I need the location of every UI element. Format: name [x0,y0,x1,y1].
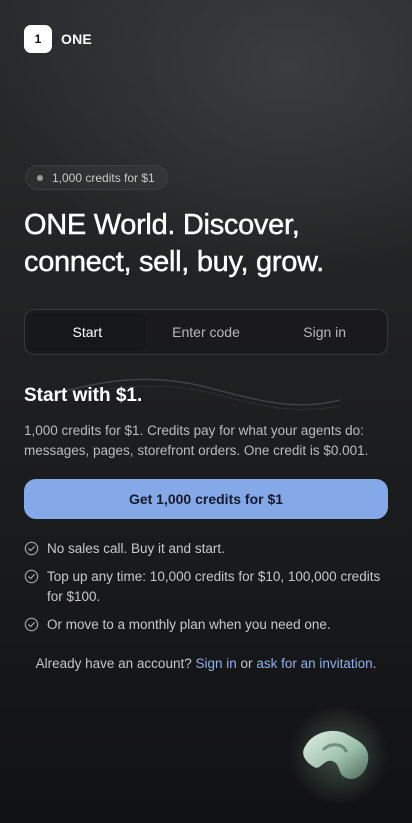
list-item: Top up any time: 10,000 credits for $10,… [24,567,394,607]
brand-name[interactable]: ONE [61,31,92,47]
assistant-orb-icon[interactable] [284,705,394,815]
badge-dot-icon [37,174,43,181]
check-circle-icon [24,541,39,556]
logo-text: 1 [34,32,42,46]
account-prompt-text: Already have an account? [35,656,192,671]
get-credits-button[interactable]: Get 1,000 credits for $1 [24,479,388,519]
account-prompt-period: . [372,656,377,671]
tab-enter-code[interactable]: Enter code [148,314,265,350]
list-item: Or move to a monthly plan when you need … [24,615,394,635]
badge-text: 1,000 credits for $1 [52,170,155,185]
list-item-text: No sales call. Buy it and start. [47,541,225,556]
list-item: No sales call. Buy it and start. [24,539,394,559]
list-item-text: Top up any time: 10,000 credits for $10,… [47,569,381,604]
check-circle-icon [24,617,39,632]
invitation-link[interactable]: ask for an invitation [256,656,372,671]
account-prompt-or: or [240,656,253,671]
check-circle-icon [24,569,39,584]
auth-tabs: Start Enter code Sign in [24,309,388,355]
sign-in-link[interactable]: Sign in [195,656,236,671]
header: 1 ONE [24,25,92,53]
benefits-list: No sales call. Buy it and start. Top up … [24,539,394,643]
section-title: Start with $1. [24,385,143,406]
list-item-text: Or move to a monthly plan when you need … [47,617,331,632]
section-description: 1,000 credits for $1. Credits pay for wh… [24,423,369,458]
logo[interactable]: 1 [24,25,52,53]
hero-headline: ONE World. Discover, connect, sell, buy,… [24,209,325,278]
credits-badge: 1,000 credits for $1 [25,165,168,190]
account-prompt: Already have an account? Sign in or ask … [0,656,412,671]
tab-sign-in[interactable]: Sign in [266,314,383,350]
tab-start[interactable]: Start [29,314,146,350]
